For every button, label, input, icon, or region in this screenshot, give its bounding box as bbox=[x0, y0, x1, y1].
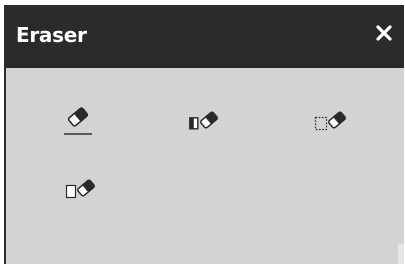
eraser-icon bbox=[64, 107, 92, 135]
eraser-panel: Eraser bbox=[4, 5, 404, 264]
panel-title: Eraser bbox=[16, 23, 87, 47]
panel-titlebar: Eraser bbox=[6, 5, 404, 68]
eraser-marquee-icon bbox=[314, 111, 346, 131]
half-area-eraser-button[interactable] bbox=[181, 105, 229, 137]
stroke-eraser-button[interactable] bbox=[58, 101, 98, 141]
eraser-box-icon bbox=[65, 179, 95, 199]
resize-grip[interactable] bbox=[398, 244, 404, 264]
close-button[interactable] bbox=[371, 20, 397, 46]
box-eraser-button[interactable] bbox=[58, 173, 106, 205]
marquee-eraser-button[interactable] bbox=[308, 105, 356, 137]
eraser-half-icon bbox=[189, 111, 218, 130]
close-icon bbox=[376, 25, 392, 41]
